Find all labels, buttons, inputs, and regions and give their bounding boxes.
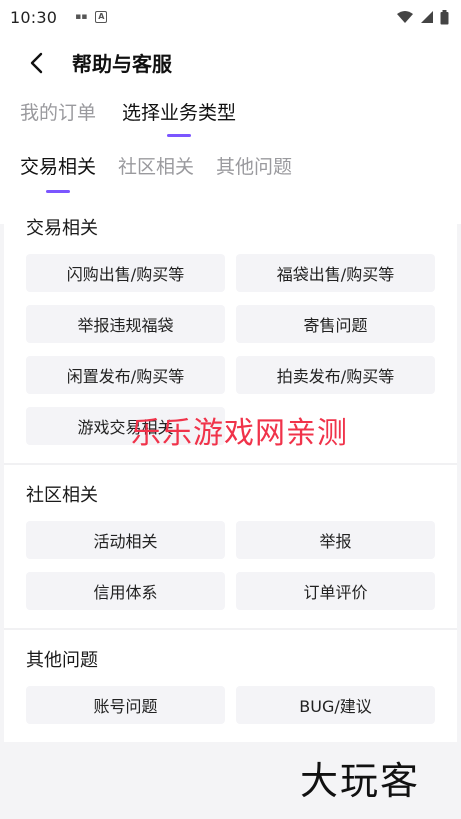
option-report[interactable]: 举报 (236, 521, 435, 559)
sub-tabs: 交易相关 社区相关 其他问题 (20, 152, 292, 193)
battery-icon (440, 9, 449, 24)
option-lucky-bag[interactable]: 福袋出售/购买等 (236, 254, 435, 292)
top-tabs: 我的订单 选择业务类型 (20, 98, 236, 137)
app-notification-icon: A (95, 11, 108, 23)
back-button[interactable] (24, 50, 48, 76)
signal-icon (421, 11, 433, 23)
notification-icon: ▪▪ (75, 12, 88, 22)
tab-my-orders[interactable]: 我的订单 (20, 98, 96, 137)
tab-select-business-type[interactable]: 选择业务类型 (122, 98, 236, 137)
option-game-trade[interactable]: 游戏交易相关 (26, 407, 225, 445)
subtab-trade[interactable]: 交易相关 (20, 152, 96, 193)
page-title: 帮助与客服 (72, 52, 172, 76)
option-account[interactable]: 账号问题 (26, 686, 225, 724)
subtab-other[interactable]: 其他问题 (216, 152, 292, 193)
section-trade: 交易相关 闪购出售/购买等 福袋出售/购买等 举报违规福袋 寄售问题 闲置发布/… (4, 198, 457, 465)
option-grid: 活动相关 举报 信用体系 订单评价 (26, 521, 435, 610)
option-idle-items[interactable]: 闲置发布/购买等 (26, 356, 225, 394)
back-arrow-icon (30, 52, 43, 74)
section-title: 交易相关 (26, 218, 98, 239)
section-community: 社区相关 活动相关 举报 信用体系 订单评价 (4, 465, 457, 630)
option-auction[interactable]: 拍卖发布/购买等 (236, 356, 435, 394)
option-activities[interactable]: 活动相关 (26, 521, 225, 559)
option-report-lucky-bag[interactable]: 举报违规福袋 (26, 305, 225, 343)
option-bug-suggestion[interactable]: BUG/建议 (236, 686, 435, 724)
option-grid: 账号问题 BUG/建议 (26, 686, 435, 724)
wifi-icon (397, 11, 413, 23)
status-time: 10:30 (10, 7, 58, 27)
option-credit-system[interactable]: 信用体系 (26, 572, 225, 610)
subtab-community[interactable]: 社区相关 (118, 152, 194, 193)
category-list: 交易相关 闪购出售/购买等 福袋出售/购买等 举报违规福袋 寄售问题 闲置发布/… (4, 198, 457, 742)
brand-logo: 大玩客 (300, 759, 421, 803)
option-flash-sale[interactable]: 闪购出售/购买等 (26, 254, 225, 292)
status-notification-icons: ▪▪ A (75, 11, 108, 23)
status-bar: 10:30 ▪▪ A (0, 0, 461, 34)
header: 帮助与客服 我的订单 选择业务类型 交易相关 社区相关 其他问题 (0, 34, 461, 224)
section-title: 其他问题 (26, 650, 98, 671)
status-right-icons (396, 9, 449, 25)
option-grid: 闪购出售/购买等 福袋出售/购买等 举报违规福袋 寄售问题 闲置发布/购买等 拍… (26, 254, 435, 445)
section-title: 社区相关 (26, 485, 98, 506)
option-order-review[interactable]: 订单评价 (236, 572, 435, 610)
option-consignment[interactable]: 寄售问题 (236, 305, 435, 343)
section-other: 其他问题 账号问题 BUG/建议 (4, 630, 457, 742)
